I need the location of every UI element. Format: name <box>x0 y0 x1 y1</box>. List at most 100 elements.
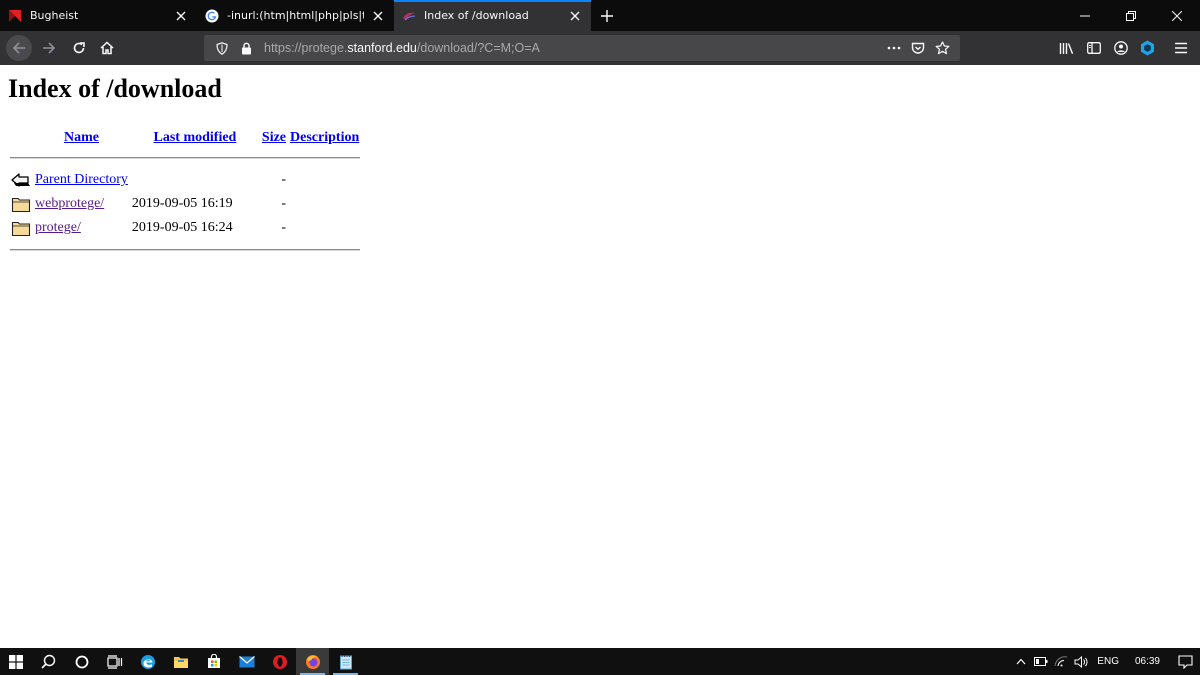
url-text[interactable]: https://protege.stanford.edu/download/?C… <box>264 41 882 55</box>
sidebar-button[interactable] <box>1080 35 1107 62</box>
account-button[interactable] <box>1107 35 1134 62</box>
minimize-button[interactable] <box>1062 0 1108 31</box>
task-view-button[interactable] <box>98 648 131 675</box>
volume-tray-button[interactable] <box>1071 648 1091 675</box>
row-size-cell: - <box>281 196 287 211</box>
protege-logo-icon <box>402 9 416 23</box>
mail-icon <box>238 655 255 667</box>
taskbar-store[interactable] <box>197 648 230 675</box>
store-bag-icon <box>207 654 220 668</box>
page-actions-more-icon[interactable] <box>882 36 906 60</box>
sidebar-icon <box>1086 42 1101 54</box>
notification-icon <box>1177 654 1193 669</box>
extension-hexagon-icon <box>1141 40 1154 56</box>
url-path: /download/?C=M;O=A <box>416 41 540 55</box>
separator-row <box>10 149 361 167</box>
bookmark-star-icon[interactable] <box>930 36 954 60</box>
row-icon-cell <box>10 193 32 215</box>
row-name-cell: protege/ <box>34 217 129 239</box>
task-view-icon <box>106 654 122 669</box>
home-icon <box>100 41 114 55</box>
tracking-protection-shield-icon[interactable] <box>210 36 234 60</box>
input-language-indicator[interactable]: ENG <box>1091 656 1125 667</box>
system-tray: ENG 06:39 <box>1011 648 1200 675</box>
webprotege-folder-link[interactable]: webprotege/ <box>35 196 104 211</box>
row-modified-cell <box>131 169 259 191</box>
separator-cell <box>10 149 361 167</box>
row-name-cell: webprotege/ <box>34 193 129 215</box>
row-size-cell: - <box>281 220 287 235</box>
taskbar-edge[interactable] <box>131 648 164 675</box>
close-icon[interactable] <box>173 8 189 24</box>
account-icon <box>1113 41 1128 55</box>
home-button[interactable] <box>94 35 120 61</box>
separator-row <box>10 241 361 259</box>
new-tab-button[interactable] <box>595 0 619 31</box>
row-description-cell <box>289 169 360 191</box>
table-row: protege/ 2019-09-05 16:24 - <box>10 217 360 239</box>
folder-icon <box>11 197 31 213</box>
url-prefix: https://protege. <box>264 41 348 55</box>
row-icon-cell <box>10 169 32 191</box>
taskbar-file-explorer[interactable] <box>164 648 197 675</box>
size-column-header: Size <box>261 129 287 147</box>
row-modified-cell: 2019-09-05 16:24 <box>131 220 233 235</box>
url-bar[interactable]: https://protege.stanford.edu/download/?C… <box>204 35 960 61</box>
tab-title: Index of /download <box>424 9 529 22</box>
cortana-button[interactable] <box>65 648 98 675</box>
lock-icon[interactable] <box>234 36 258 60</box>
forward-button[interactable] <box>36 35 62 61</box>
row-name-cell: Parent Directory <box>34 169 129 191</box>
start-button[interactable] <box>0 648 32 675</box>
name-column-header: Name <box>34 129 129 147</box>
close-icon[interactable] <box>370 8 386 24</box>
sort-by-description-link[interactable]: Description <box>290 130 359 145</box>
directory-listing-table: Name Last modified Size Description Pare… <box>8 127 362 261</box>
protege-folder-link[interactable]: protege/ <box>35 220 81 235</box>
row-icon-cell <box>10 217 32 239</box>
table-row: webprotege/ 2019-09-05 16:19 - <box>10 193 360 215</box>
parent-directory-link[interactable]: Parent Directory <box>35 172 128 187</box>
battery-icon <box>1034 657 1048 666</box>
taskbar-notepad[interactable] <box>329 648 362 675</box>
taskbar-opera[interactable] <box>263 648 296 675</box>
tab-index-of-download[interactable]: Index of /download <box>394 0 591 31</box>
restore-button[interactable] <box>1108 0 1154 31</box>
back-arrow-icon <box>12 42 25 54</box>
sort-by-size-link[interactable]: Size <box>262 130 286 145</box>
battery-tray-button[interactable] <box>1031 648 1051 675</box>
library-button[interactable] <box>1053 35 1080 62</box>
show-hidden-icons-button[interactable] <box>1011 648 1031 675</box>
page-content: Index of /download Name Last modified Si… <box>0 65 1200 648</box>
search-icon <box>41 654 56 669</box>
action-center-button[interactable] <box>1170 648 1200 675</box>
navigation-toolbar: https://protege.stanford.edu/download/?C… <box>0 31 1200 65</box>
menu-button[interactable] <box>1167 35 1194 62</box>
sort-by-modified-link[interactable]: Last modified <box>154 130 237 145</box>
table-header-row: Name Last modified Size Description <box>10 129 360 147</box>
clock[interactable]: 06:39 <box>1125 656 1170 667</box>
url-host: stanford.edu <box>347 41 417 55</box>
close-icon[interactable] <box>567 8 583 24</box>
reload-button[interactable] <box>66 35 92 61</box>
extension-button[interactable] <box>1134 35 1161 62</box>
taskbar-mail[interactable] <box>230 648 263 675</box>
row-description-cell <box>289 193 360 215</box>
taskbar-firefox[interactable] <box>296 648 329 675</box>
folder-icon <box>11 221 31 237</box>
back-button[interactable] <box>6 35 32 61</box>
windows-taskbar: ENG 06:39 <box>0 648 1200 675</box>
tab-strip: Bugheist -inurl:(htm|html|php|pls|txt) i… <box>0 0 1200 31</box>
forward-arrow-icon <box>43 42 56 54</box>
plus-icon <box>601 9 613 22</box>
pocket-icon[interactable] <box>906 36 930 60</box>
tab-google-search[interactable]: -inurl:(htm|html|php|pls|txt) in <box>197 0 394 31</box>
network-tray-button[interactable] <box>1051 648 1071 675</box>
close-window-button[interactable] <box>1154 0 1200 31</box>
taskbar-search-button[interactable] <box>32 648 65 675</box>
tab-bugheist[interactable]: Bugheist <box>0 0 197 31</box>
sort-by-name-link[interactable]: Name <box>64 130 99 145</box>
row-description-cell <box>289 217 360 239</box>
file-explorer-icon <box>173 656 188 668</box>
bugheist-logo-icon <box>8 9 22 23</box>
